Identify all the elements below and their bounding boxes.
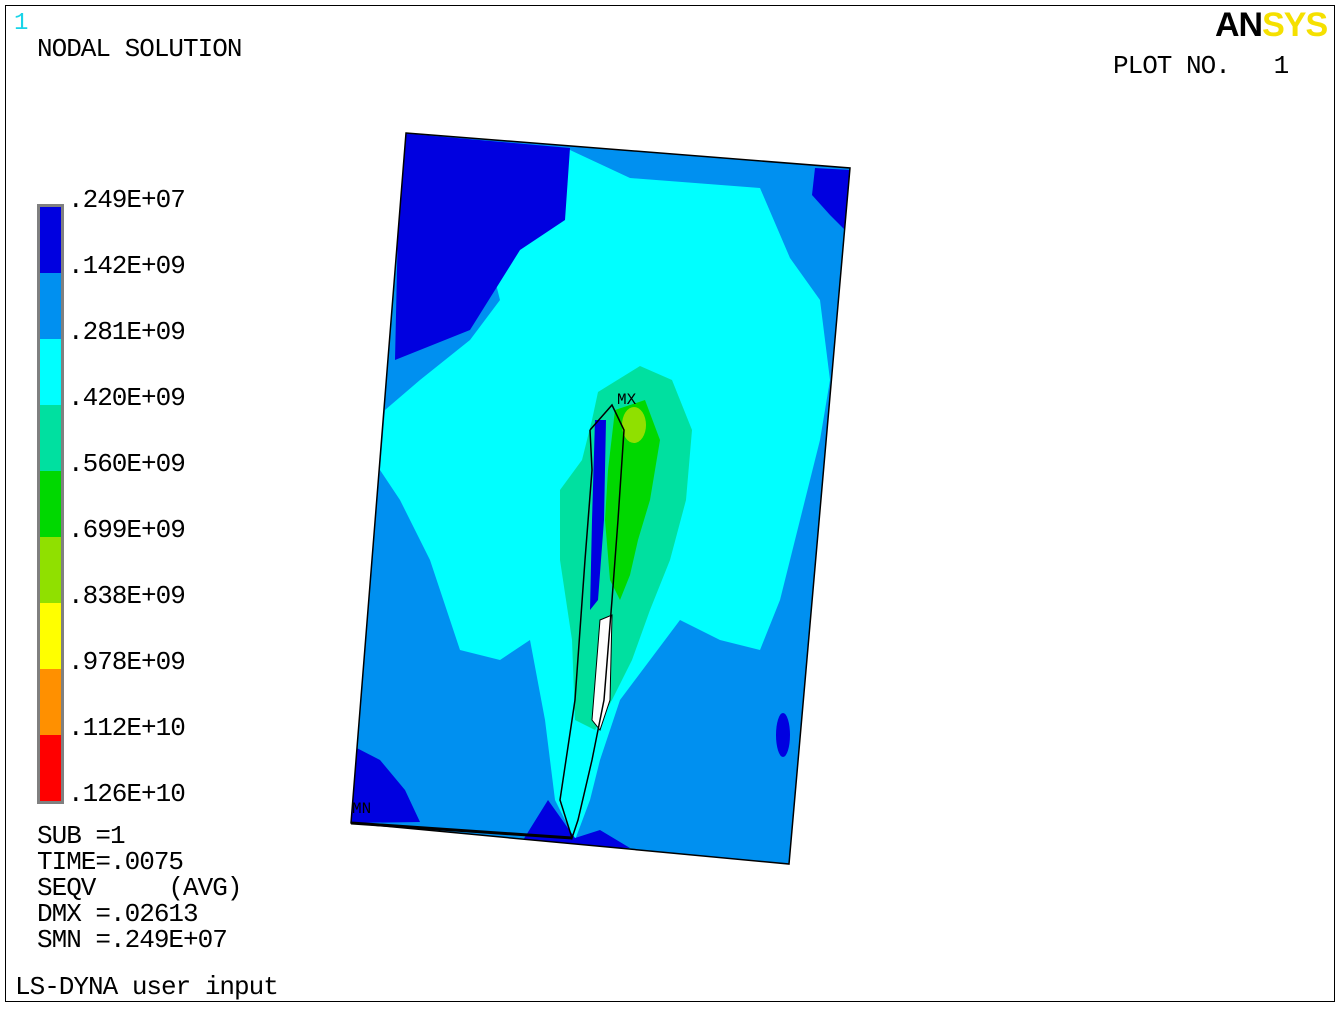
- info-time: TIME=.0075: [37, 847, 184, 877]
- max-marker: MX: [617, 391, 637, 409]
- info-smn: SMN =.249E+07: [37, 925, 228, 955]
- info-sub: SUB =1: [37, 821, 126, 851]
- info-dmx: DMX =.02613: [37, 899, 199, 929]
- contour-plot: MX MN: [350, 132, 851, 865]
- band-region-5: [622, 407, 646, 443]
- band-region-0-right: [776, 713, 790, 757]
- footer-caption: LS-DYNA user input: [15, 972, 279, 1002]
- min-marker: MN: [352, 800, 371, 818]
- info-seqv: SEQV (AVG): [37, 873, 242, 903]
